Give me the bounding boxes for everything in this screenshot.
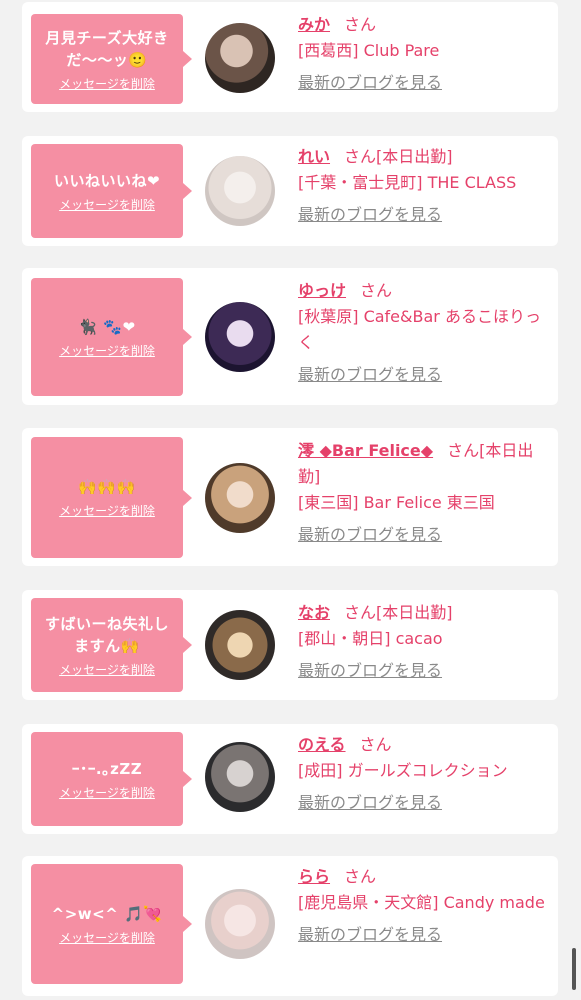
cast-name-link[interactable]: なお — [298, 603, 330, 622]
shop-text: [西葛西] Club Pare — [298, 41, 440, 60]
latest-blog-link[interactable]: 最新のブログを見る — [298, 658, 546, 684]
message-card: 月見チーズ大好きだ〜〜ッ🙂 メッセージを削除 みか さん [西葛西] Club P… — [22, 2, 558, 112]
message-bubble: 🙌🙌🙌 メッセージを削除 — [31, 437, 192, 558]
cast-name-link[interactable]: 澪 ◆Bar Felice◆ — [298, 441, 433, 460]
delete-message-link[interactable]: メッセージを削除 — [59, 661, 155, 678]
shop-text: [鹿児島県・天文館] Candy made — [298, 893, 545, 912]
message-text: 🙌🙌🙌 — [78, 478, 136, 496]
message-card: 🙌🙌🙌 メッセージを削除 澪 ◆Bar Felice◆ さん[本日出勤] [東三国… — [22, 428, 558, 566]
delete-message-link[interactable]: メッセージを削除 — [59, 196, 155, 213]
message-bubble: いいねいいね❤ メッセージを削除 — [31, 144, 192, 238]
avatar[interactable] — [205, 463, 275, 533]
avatar[interactable] — [205, 610, 275, 680]
cast-name-link[interactable]: ゆっけ — [298, 281, 346, 300]
message-text: いいねいいね❤ — [53, 171, 161, 190]
honorific-text: さん[本日出勤] — [344, 603, 453, 622]
latest-blog-link[interactable]: 最新のブログを見る — [298, 790, 546, 816]
message-text: ^>w<^ 🎵💘 — [51, 904, 163, 923]
latest-blog-link[interactable]: 最新のブログを見る — [298, 362, 546, 388]
message-card: ^>w<^ 🎵💘 メッセージを削除 らら さん [鹿児島県・天文館] Candy … — [22, 856, 558, 996]
message-card: 🐈‍⬛ 🐾❤ メッセージを削除 ゆっけ さん [秋葉原] Cafe&Bar あるこ… — [22, 268, 558, 405]
avatar[interactable] — [205, 889, 275, 959]
message-card: いいねいいね❤ メッセージを削除 れい さん[本日出勤] [千葉・富士見町] TH… — [22, 136, 558, 246]
honorific-text: さん — [359, 735, 392, 754]
cast-name-link[interactable]: のえる — [298, 735, 346, 754]
cast-name-link[interactable]: らら — [298, 867, 330, 886]
message-text: ｰ･ｰ.｡zZZ — [71, 759, 143, 778]
message-bubble: ^>w<^ 🎵💘 メッセージを削除 — [31, 864, 192, 984]
avatar[interactable] — [205, 156, 275, 226]
honorific-text: さん — [344, 867, 377, 886]
delete-message-link[interactable]: メッセージを削除 — [59, 502, 155, 519]
latest-blog-link[interactable]: 最新のブログを見る — [298, 202, 546, 228]
message-bubble: 🐈‍⬛ 🐾❤ メッセージを削除 — [31, 278, 192, 396]
latest-blog-link[interactable]: 最新のブログを見る — [298, 70, 546, 96]
message-text: 🐈‍⬛ 🐾❤ — [78, 317, 136, 336]
message-card: すばいーね失礼しますん🙌 メッセージを削除 なお さん[本日出勤] [郡山・朝日]… — [22, 590, 558, 700]
shop-text: [郡山・朝日] cacao — [298, 629, 443, 648]
honorific-text: さん — [344, 15, 377, 34]
delete-message-link[interactable]: メッセージを削除 — [59, 929, 155, 946]
message-text: 月見チーズ大好きだ〜〜ッ🙂 — [45, 28, 169, 69]
honorific-text: さん — [360, 281, 393, 300]
avatar[interactable] — [205, 23, 275, 93]
message-card: ｰ･ｰ.｡zZZ メッセージを削除 のえる さん [成田] ガールズコレクション … — [22, 724, 558, 834]
scrollbar[interactable] — [572, 948, 576, 990]
delete-message-link[interactable]: メッセージを削除 — [59, 342, 155, 359]
latest-blog-link[interactable]: 最新のブログを見る — [298, 922, 546, 948]
message-text: すばいーね失礼しますん🙌 — [44, 614, 169, 655]
delete-message-link[interactable]: メッセージを削除 — [59, 75, 155, 92]
message-bubble: すばいーね失礼しますん🙌 メッセージを削除 — [31, 598, 192, 692]
latest-blog-link[interactable]: 最新のブログを見る — [298, 522, 546, 548]
cast-name-link[interactable]: みか — [298, 15, 330, 34]
delete-message-link[interactable]: メッセージを削除 — [59, 784, 155, 801]
shop-text: [東三国] Bar Felice 東三国 — [298, 493, 495, 512]
shop-text: [千葉・富士見町] THE CLASS — [298, 173, 517, 192]
cast-name-link[interactable]: れい — [298, 147, 330, 166]
message-bubble: 月見チーズ大好きだ〜〜ッ🙂 メッセージを削除 — [31, 14, 192, 104]
message-bubble: ｰ･ｰ.｡zZZ メッセージを削除 — [31, 732, 192, 826]
avatar[interactable] — [205, 742, 275, 812]
honorific-text: さん[本日出勤] — [344, 147, 453, 166]
avatar[interactable] — [205, 302, 275, 372]
shop-text: [秋葉原] Cafe&Bar あるこほりっく — [298, 307, 541, 352]
shop-text: [成田] ガールズコレクション — [298, 761, 508, 780]
